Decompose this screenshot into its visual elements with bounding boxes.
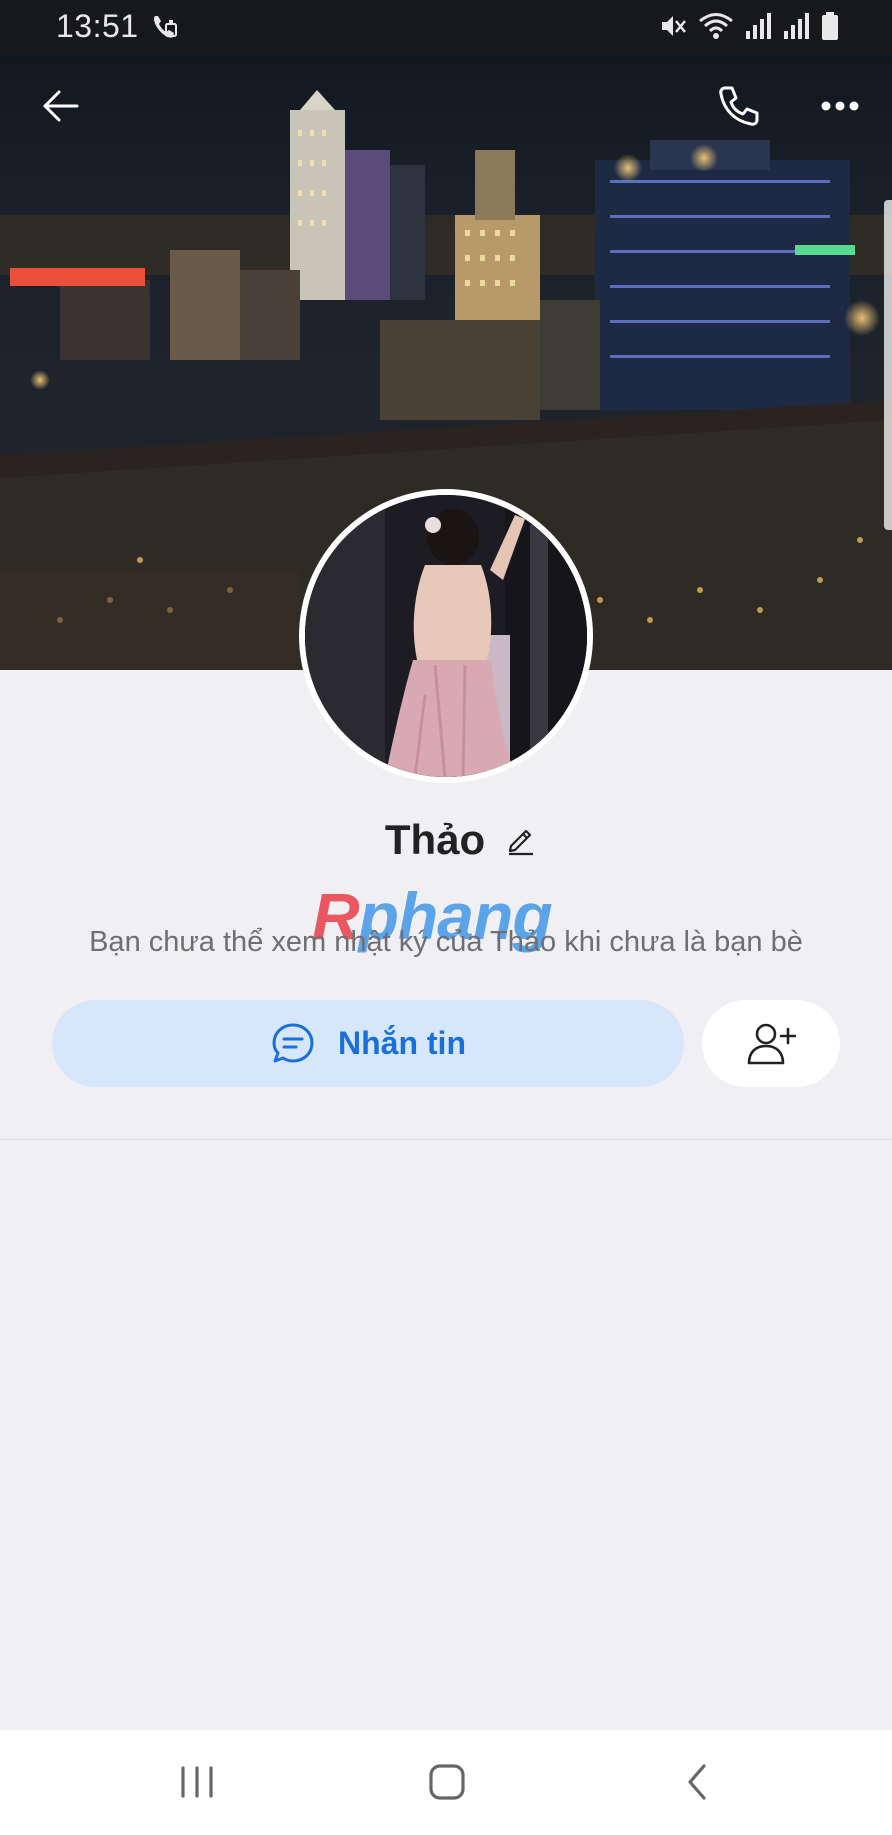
system-nav-bar: [0, 1730, 892, 1835]
profile-name: Thảo: [384, 816, 486, 863]
recents-icon: [181, 1766, 213, 1798]
home-button[interactable]: [412, 1752, 482, 1812]
profile-screen: 13:51 Thảo Rphang Bạn chưa thể xem nhật …: [0, 0, 892, 1835]
status-bar: 13:51: [0, 0, 892, 52]
status-icons: [658, 10, 840, 42]
battery-icon: [822, 12, 838, 40]
add-friend-button[interactable]: [702, 1000, 840, 1087]
phone-icon: [719, 86, 759, 126]
mute-icon: [662, 16, 686, 36]
avatar-image: [305, 495, 587, 777]
scrollbar[interactable]: [884, 200, 892, 530]
message-button[interactable]: Nhắn tin: [52, 1000, 684, 1087]
avatar[interactable]: [299, 489, 593, 783]
back-button[interactable]: [30, 76, 90, 136]
section-divider: [0, 1139, 892, 1140]
signal-icon: [746, 13, 771, 39]
chat-bubble-icon: [272, 1023, 314, 1062]
status-time: 13:51: [56, 8, 139, 44]
signal-icon: [784, 13, 809, 39]
system-back-button[interactable]: [662, 1752, 732, 1812]
recents-button[interactable]: [162, 1752, 232, 1812]
diary-locked-notice: Bạn chưa thể xem nhật ký của Thảo khi ch…: [89, 926, 803, 958]
user-plus-icon: [747, 1023, 796, 1064]
pencil-icon[interactable]: [505, 824, 537, 856]
wifi-icon: [699, 13, 733, 39]
arrow-left-icon: [43, 90, 79, 122]
more-options-button[interactable]: [810, 76, 870, 136]
back-icon: [688, 1764, 706, 1800]
home-icon: [429, 1764, 465, 1800]
message-button-label: Nhắn tin: [338, 1025, 466, 1061]
call-button[interactable]: [708, 76, 768, 136]
wifi-call-icon: [154, 16, 177, 38]
profile-name-row: Thảo: [0, 816, 892, 864]
more-horizontal-icon: [821, 101, 859, 111]
